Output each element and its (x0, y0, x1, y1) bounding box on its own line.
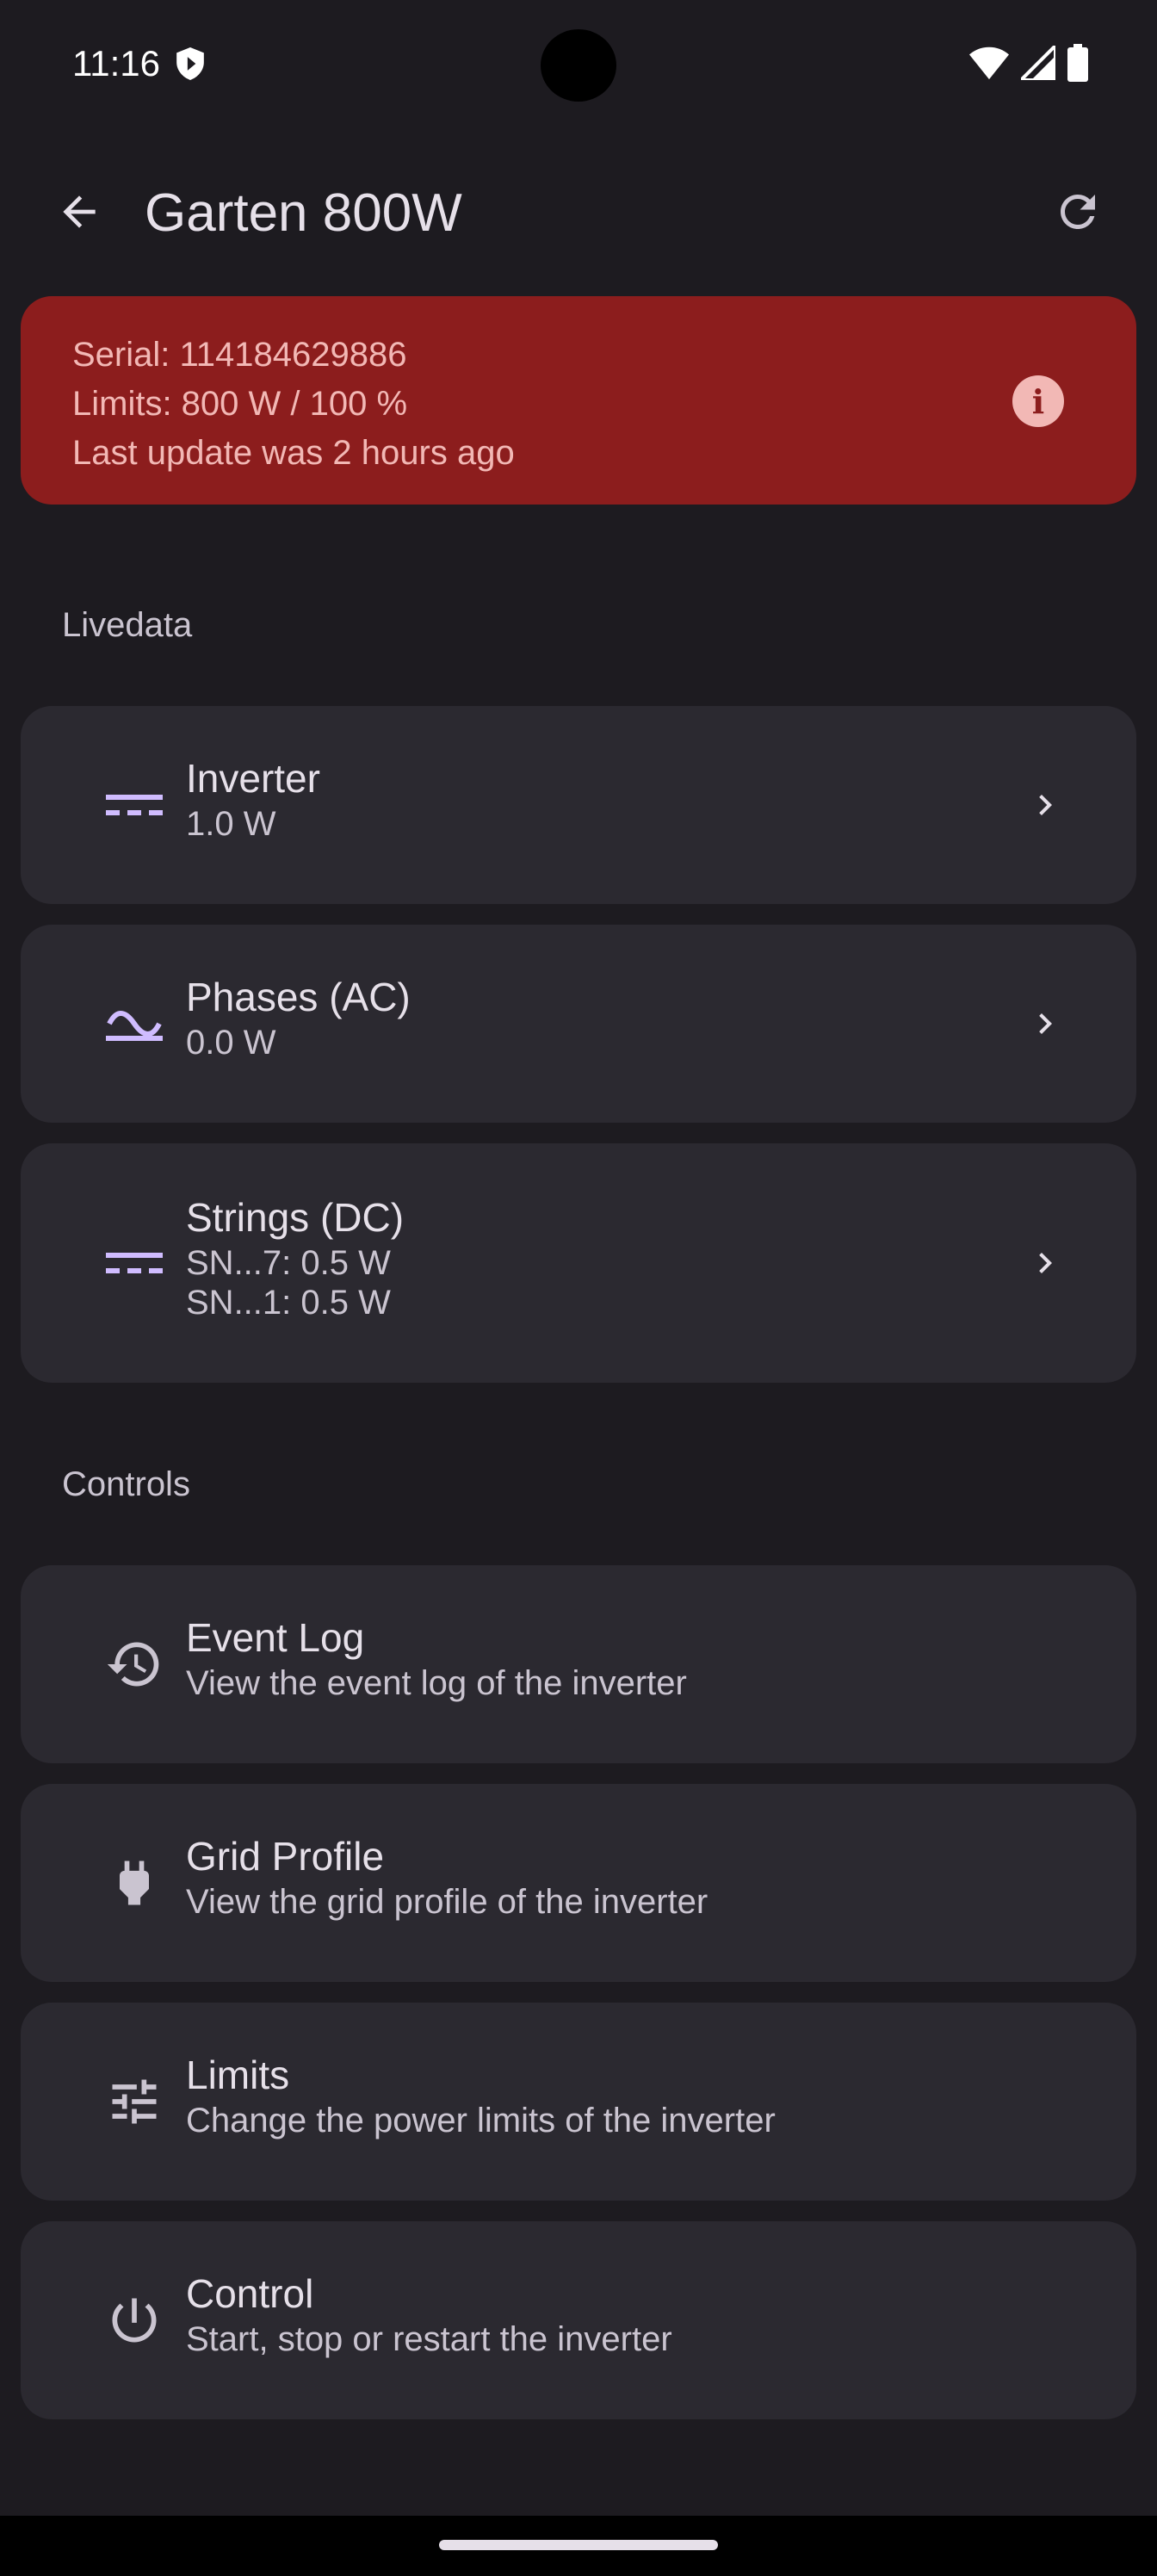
last-update-text: Last update was 2 hours ago (72, 434, 515, 472)
item-title: Inverter (186, 756, 320, 801)
chevron-right-icon (1019, 779, 1071, 831)
battery-icon (1067, 44, 1088, 82)
control-item-limits[interactable]: Limits Change the power limits of the in… (21, 2003, 1136, 2201)
wifi-icon (969, 46, 1009, 80)
ac-wave-icon (98, 988, 170, 1060)
livedata-item-inverter[interactable]: Inverter 1.0 W (21, 706, 1136, 904)
app-bar: Garten 800W (0, 155, 1157, 269)
item-subtitle: Change the power limits of the inverter (186, 2102, 776, 2139)
status-bar: 11:16 (0, 0, 1157, 129)
power-icon (98, 2284, 170, 2356)
plug-icon (98, 1847, 170, 1919)
item-title: Limits (186, 2053, 290, 2097)
item-value: 0.0 W (186, 1024, 276, 1062)
status-banner: Serial: 114184629886 Limits: 800 W / 100… (21, 296, 1136, 505)
refresh-icon (1061, 195, 1095, 229)
info-icon[interactable]: i (1012, 375, 1064, 427)
item-subtitle: View the grid profile of the inverter (186, 1883, 708, 1921)
banner-text: Serial: 114184629886 Limits: 800 W / 100… (72, 331, 515, 478)
control-item-grid-profile[interactable]: Grid Profile View the grid profile of th… (21, 1784, 1136, 1982)
home-gesture-handle[interactable] (439, 2540, 718, 2550)
refresh-button[interactable] (1040, 174, 1116, 250)
history-icon (98, 1628, 170, 1700)
item-value: 1.0 W (186, 805, 276, 843)
serial-text: Serial: 114184629886 (72, 336, 407, 374)
arrow-back-icon (63, 195, 96, 228)
item-title: Grid Profile (186, 1834, 385, 1879)
navigation-bar (0, 2516, 1157, 2576)
item-subtitle: View the event log of the inverter (186, 1664, 687, 1702)
limits-text: Limits: 800 W / 100 % (72, 385, 408, 423)
front-camera (541, 29, 616, 102)
item-title: Strings (DC) (186, 1195, 405, 1240)
control-item-control[interactable]: Control Start, stop or restart the inver… (21, 2221, 1136, 2419)
item-value: SN...1: 0.5 W (186, 1284, 391, 1322)
item-title: Event Log (186, 1615, 365, 1660)
controls-header: Controls (62, 1465, 190, 1503)
livedata-item-strings[interactable]: Strings (DC) SN...7: 0.5 W SN...1: 0.5 W (21, 1143, 1136, 1383)
item-title: Control (186, 2271, 314, 2316)
control-item-event-log[interactable]: Event Log View the event log of the inve… (21, 1565, 1136, 1763)
livedata-header: Livedata (62, 606, 193, 644)
page-title: Garten 800W (145, 183, 462, 243)
item-title: Phases (AC) (186, 975, 411, 1019)
chevron-right-icon (1019, 1237, 1071, 1289)
dc-icon (98, 769, 170, 841)
chevron-right-icon (1019, 998, 1071, 1050)
item-value: SN...7: 0.5 W (186, 1244, 391, 1282)
livedata-item-phases[interactable]: Phases (AC) 0.0 W (21, 925, 1136, 1123)
dc-icon (98, 1227, 170, 1299)
item-subtitle: Start, stop or restart the inverter (186, 2320, 672, 2358)
status-icons (969, 43, 1088, 83)
status-time: 11:16 (72, 43, 160, 84)
tune-icon (98, 2065, 170, 2138)
shield-icon (176, 47, 204, 80)
back-button[interactable] (41, 174, 117, 250)
signal-icon (1021, 46, 1055, 80)
